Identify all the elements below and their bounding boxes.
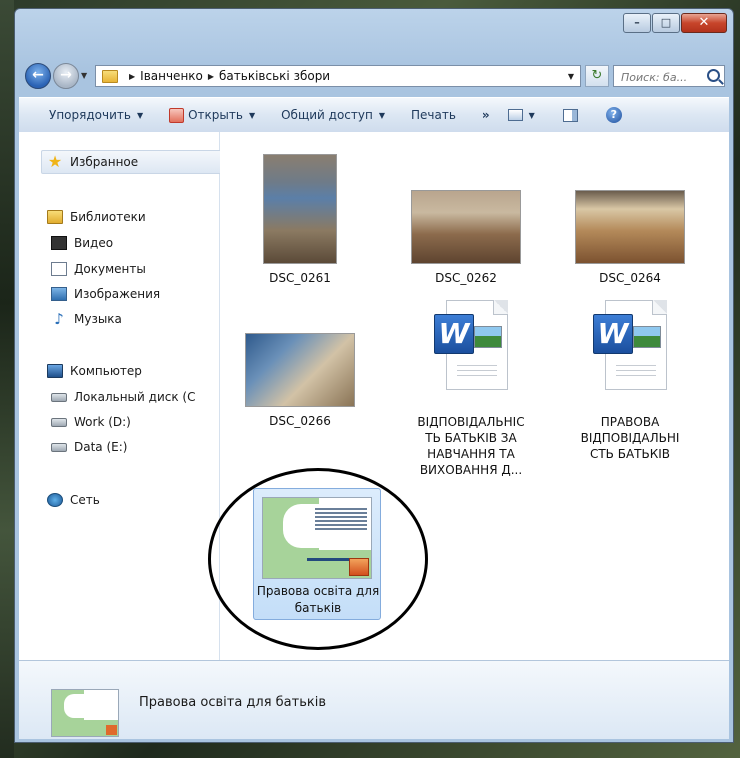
chevron-down-icon[interactable]: ▼ bbox=[529, 111, 535, 120]
photo-thumbnail bbox=[263, 154, 337, 264]
hard-drive-icon bbox=[51, 442, 67, 452]
print-button[interactable]: Печать bbox=[411, 108, 456, 122]
organize-button[interactable]: Упорядочить ▼ bbox=[49, 108, 143, 122]
arrow-right-icon: → bbox=[60, 67, 72, 83]
breadcrumb-ivanchenko[interactable]: Іванченко bbox=[140, 69, 203, 83]
nav-favorites[interactable]: ★ Избранное bbox=[47, 154, 138, 170]
explorer-window: – □ ✕ ← → ▼ ▶ Іванченко ▶ батьківські зб… bbox=[14, 8, 734, 743]
minimize-button[interactable]: – bbox=[623, 13, 651, 33]
address-bar: ← → ▼ ▶ Іванченко ▶ батьківські збори ▼ … bbox=[19, 61, 729, 91]
chevron-right-icon[interactable]: ▶ bbox=[208, 72, 214, 81]
navigation-pane: ★ Избранное Библиотеки Видео Документы Из… bbox=[19, 132, 245, 660]
more-commands-button[interactable]: » bbox=[482, 108, 490, 122]
hard-drive-icon bbox=[51, 417, 67, 427]
search-input[interactable] bbox=[619, 67, 707, 87]
desktop-background bbox=[0, 0, 14, 758]
forward-button[interactable]: → bbox=[53, 63, 79, 89]
computer-icon bbox=[47, 364, 63, 378]
photo-thumbnail bbox=[245, 333, 355, 407]
video-icon bbox=[51, 236, 67, 250]
recent-pages-dropdown[interactable]: ▼ bbox=[81, 71, 87, 80]
back-button[interactable]: ← bbox=[25, 63, 51, 89]
nav-documents[interactable]: Документы bbox=[51, 262, 146, 276]
details-file-name: Правова освіта для батьків bbox=[139, 695, 327, 710]
nav-network[interactable]: Сеть bbox=[47, 493, 100, 507]
details-pane: Правова освіта для батьків bbox=[19, 660, 729, 739]
caption-buttons: – □ ✕ bbox=[622, 13, 727, 33]
word-document-icon: W bbox=[593, 300, 667, 392]
help-icon[interactable]: ? bbox=[605, 107, 622, 123]
file-item-doc-responsibility[interactable]: W ВІДПОВІДАЛЬНІСТЬ БАТЬКІВ ЗА НАВЧАННЯ Т… bbox=[416, 300, 526, 478]
details-thumbnail bbox=[51, 689, 119, 737]
highlight-circle-annotation bbox=[208, 468, 428, 650]
arrow-left-icon: ← bbox=[32, 67, 44, 83]
chevron-down-icon: ▼ bbox=[248, 110, 256, 120]
word-document-icon: W bbox=[434, 300, 508, 392]
file-item-doc-legal-responsibility[interactable]: W ПРАВОВА ВІДПОВІДАЛЬНІСТЬ БАТЬКІВ bbox=[580, 300, 680, 462]
preview-pane-icon[interactable] bbox=[562, 108, 578, 122]
search-icon[interactable] bbox=[707, 69, 720, 82]
file-item-dsc0261[interactable]: DSC_0261 bbox=[240, 154, 360, 286]
nav-video[interactable]: Видео bbox=[51, 236, 113, 250]
close-button[interactable]: ✕ bbox=[681, 13, 727, 33]
file-item-dsc0266[interactable]: DSC_0266 bbox=[240, 333, 360, 429]
nav-work-drive[interactable]: Work (D:) bbox=[51, 415, 131, 429]
refresh-icon: ↻ bbox=[591, 68, 603, 83]
star-icon: ★ bbox=[47, 152, 63, 171]
hard-drive-icon bbox=[51, 392, 67, 402]
documents-icon bbox=[51, 262, 67, 276]
libraries-icon bbox=[47, 210, 63, 224]
music-icon: ♪ bbox=[54, 310, 64, 328]
address-field[interactable]: ▶ Іванченко ▶ батьківські збори ▼ bbox=[95, 65, 581, 87]
refresh-button[interactable]: ↻ bbox=[585, 65, 609, 87]
breadcrumb-parent-meetings[interactable]: батьківські збори bbox=[219, 69, 330, 83]
nav-music[interactable]: ♪ Музыка bbox=[51, 310, 122, 328]
file-item-dsc0262[interactable]: DSC_0262 bbox=[406, 190, 526, 286]
chevron-down-icon: ▼ bbox=[136, 110, 144, 120]
address-dropdown[interactable]: ▼ bbox=[568, 72, 574, 81]
nav-libraries[interactable]: Библиотеки bbox=[47, 210, 146, 224]
maximize-button[interactable]: □ bbox=[652, 13, 680, 33]
nav-computer[interactable]: Компьютер bbox=[47, 364, 142, 378]
command-bar: Упорядочить ▼ Открыть ▼ Общий доступ ▼ Печа… bbox=[19, 97, 729, 133]
views-icon[interactable] bbox=[507, 109, 523, 121]
file-item-dsc0264[interactable]: DSC_0264 bbox=[570, 190, 690, 286]
network-icon bbox=[47, 493, 63, 507]
chevron-right-icon[interactable]: ▶ bbox=[129, 72, 135, 81]
chevron-down-icon: ▼ bbox=[378, 110, 385, 120]
nav-images[interactable]: Изображения bbox=[51, 287, 160, 301]
photo-thumbnail bbox=[411, 190, 521, 264]
powerpoint-icon bbox=[169, 107, 185, 123]
folder-icon bbox=[102, 69, 118, 83]
open-button[interactable]: Открыть ▼ bbox=[169, 107, 256, 123]
nav-data-drive[interactable]: Data (E:) bbox=[51, 440, 127, 454]
search-box[interactable] bbox=[613, 65, 725, 87]
photo-thumbnail bbox=[575, 190, 685, 264]
nav-local-disk[interactable]: Локальный диск (C bbox=[51, 390, 195, 404]
share-button[interactable]: Общий доступ ▼ bbox=[281, 108, 385, 122]
images-icon bbox=[51, 287, 67, 301]
